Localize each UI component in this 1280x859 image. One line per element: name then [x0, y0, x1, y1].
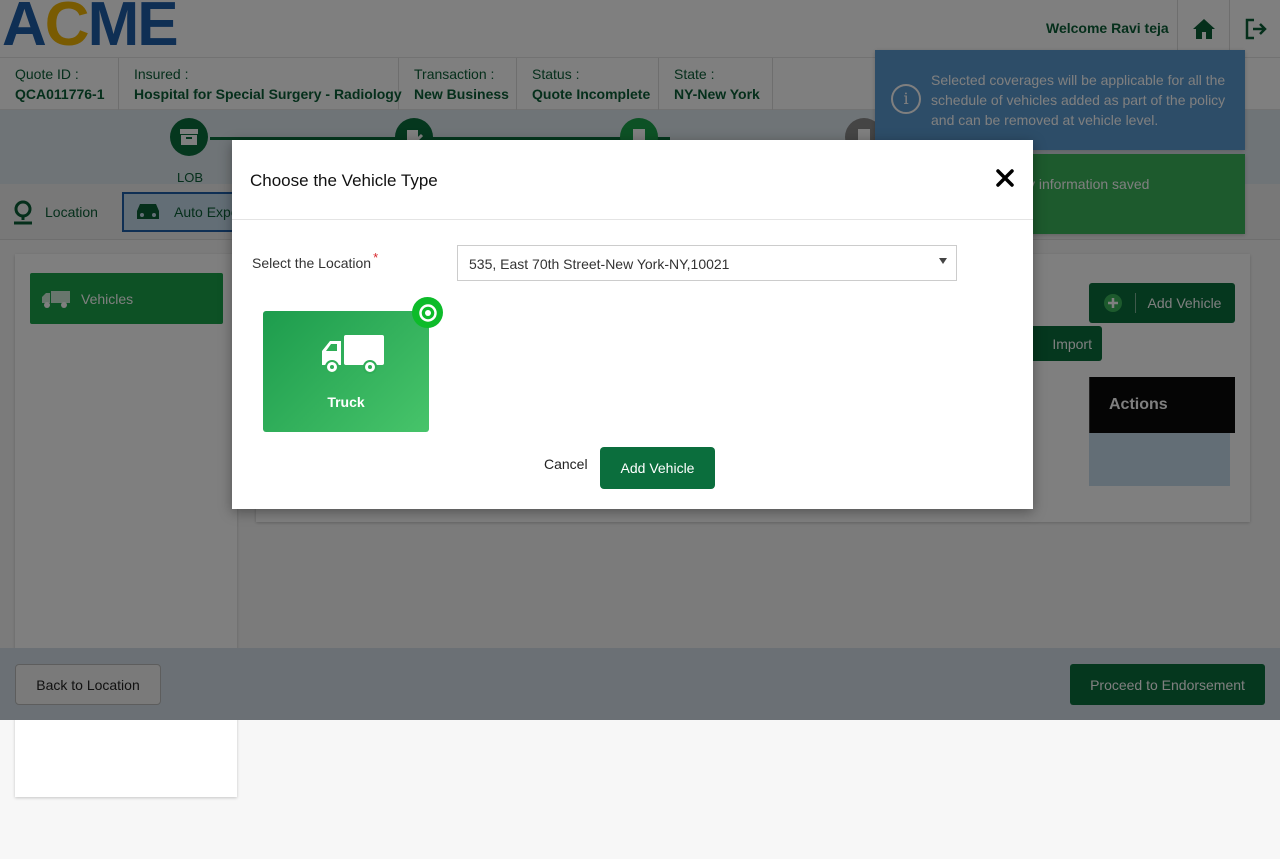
close-icon[interactable] [992, 165, 1018, 191]
vehicle-type-label: Truck [327, 394, 365, 410]
location-select[interactable]: 535, East 70th Street-New York-NY,10021 [457, 245, 957, 281]
choose-vehicle-type-dialog: Choose the Vehicle Type Select the Locat… [232, 140, 1033, 509]
cancel-button[interactable]: Cancel [544, 456, 588, 472]
modal-title: Choose the Vehicle Type [250, 171, 438, 190]
truck-icon [322, 335, 384, 374]
chevron-down-icon [939, 258, 947, 264]
modal-divider [232, 219, 1033, 220]
required-marker: * [373, 250, 379, 265]
selected-check-icon [412, 297, 443, 328]
location-field-label: Select the Location * [252, 250, 379, 271]
add-vehicle-confirm-button[interactable]: Add Vehicle [600, 447, 715, 489]
vehicle-type-truck[interactable]: Truck [263, 297, 443, 432]
